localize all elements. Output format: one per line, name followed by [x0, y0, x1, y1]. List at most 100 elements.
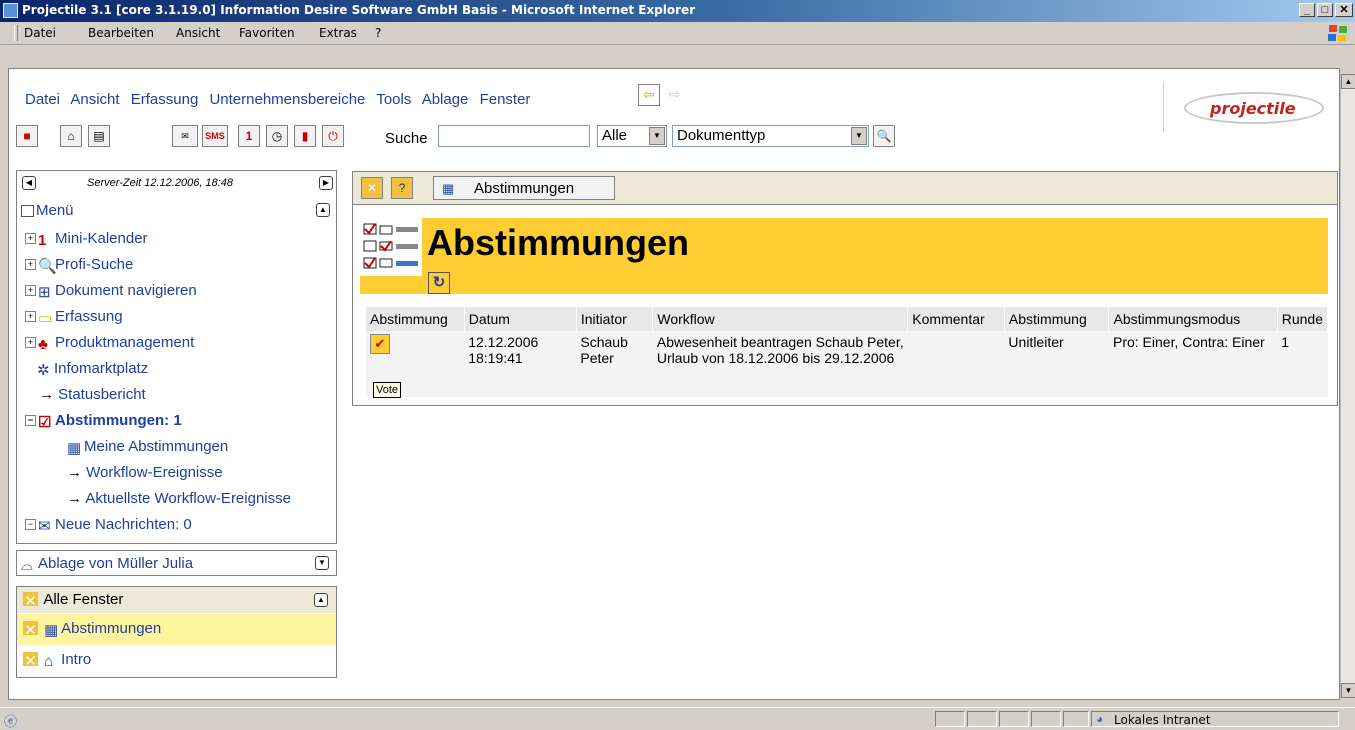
app-menu-ablage[interactable]: Ablage: [422, 91, 469, 108]
close-button[interactable]: ✕: [1335, 3, 1353, 17]
arrow-right-icon: →: [67, 464, 87, 481]
envelope-icon: ✉: [38, 518, 51, 535]
tree-item-erfassung[interactable]: + ▭ Erfassung: [25, 308, 123, 327]
fenster-item-intro[interactable]: ✕ ⌂ Intro: [17, 646, 336, 677]
zone-label: Lokales Intranet: [1114, 713, 1211, 727]
exit-icon[interactable]: ■: [16, 125, 38, 147]
tab-abstimmungen[interactable]: ▦ Abstimmungen: [433, 176, 615, 200]
status-cell: [967, 711, 997, 727]
tree-item-mini-kalender[interactable]: +1 Mini-Kalender: [25, 230, 148, 249]
close-window-icon[interactable]: ✕: [23, 652, 38, 670]
tree-item-produktmanagement[interactable]: + ♣ Produktmanagement: [25, 334, 194, 353]
help-icon[interactable]: ?: [391, 177, 413, 199]
collapse-fenster-icon[interactable]: ▲: [314, 593, 328, 607]
power-icon[interactable]: ⏻: [322, 125, 344, 147]
menu-ansicht[interactable]: Ansicht: [176, 26, 220, 40]
scroll-right-icon[interactable]: ▶: [319, 176, 333, 190]
menu-tree-box: Menü ▲ +1 Mini-Kalender + 🔍Profi-Suche + ⊞ D…: [16, 198, 337, 544]
page-title: Abstimmungen: [427, 222, 690, 263]
search-scope-select[interactable]: Alle ▼: [597, 125, 667, 147]
arrow-right-icon: →: [39, 386, 59, 403]
close-window-icon[interactable]: ✕: [361, 177, 383, 199]
cell-abstimmung: Unitleiter: [1004, 331, 1109, 397]
menu-bearbeiten[interactable]: Bearbeiten: [88, 26, 154, 40]
table-header-row: Abstimmung Datum Initiator Workflow Komm…: [366, 307, 1329, 331]
list-icon: ▦: [44, 622, 59, 639]
stopwatch-icon[interactable]: ▮: [294, 125, 316, 147]
app-menu-fenster[interactable]: Fenster: [480, 91, 531, 108]
collapse-menu-icon[interactable]: ▲: [316, 203, 330, 217]
tooltip: Vote: [373, 382, 402, 398]
list-icon: ▦: [67, 440, 82, 457]
menu-extras[interactable]: Extras: [319, 26, 357, 40]
tree-item-workflow-ereignisse[interactable]: → Workflow-Ereignisse: [67, 464, 223, 481]
app-menu-datei[interactable]: Datei: [25, 91, 60, 108]
tree-item-meine-abstimmungen[interactable]: ▦ Meine Abstimmungen: [67, 438, 228, 457]
forward-arrow-icon[interactable]: ⇨: [663, 84, 686, 106]
col-header-kommentar: Kommentar: [907, 307, 1005, 331]
app-menu-tools[interactable]: Tools: [376, 91, 411, 108]
menu-help[interactable]: ?: [375, 26, 381, 40]
vertical-scrollbar[interactable]: ▲ ▼: [1340, 74, 1355, 698]
hierarchy-icon: ⊞: [38, 284, 51, 301]
search-icon[interactable]: 🔍: [873, 125, 895, 147]
tree-label: Infomarktplatz: [54, 360, 149, 377]
fenster-header: ✕ Alle Fenster ▲: [17, 587, 336, 613]
tree-item-abstimmungen[interactable]: − ☑ Abstimmungen: 1: [25, 412, 182, 431]
menu-datei[interactable]: Datei: [24, 26, 56, 40]
vote-button-icon[interactable]: ✔: [370, 334, 390, 354]
ablage-title: ⌓ Ablage von Müller Julia: [21, 555, 194, 574]
fenster-item-content: ✕ ⌂ Intro: [23, 651, 91, 670]
scroll-left-icon[interactable]: ◀: [22, 176, 36, 190]
close-window-icon[interactable]: ✕: [23, 621, 38, 639]
vote-icon: ☑: [38, 414, 52, 431]
tree-item-infomarktplatz[interactable]: ✲ Infomarktplatz: [37, 360, 149, 379]
tree-item-neue-nachrichten[interactable]: − ✉ Neue Nachrichten: 0: [25, 516, 192, 535]
products-icon: ♣: [38, 336, 48, 353]
expand-ablage-icon[interactable]: ▼: [315, 556, 329, 570]
chevron-down-icon: ▼: [851, 127, 867, 145]
zone-cell: ◕ Lokales Intranet: [1091, 711, 1339, 727]
menu-favoriten[interactable]: Favoriten: [239, 26, 295, 40]
cell-kommentar: [907, 331, 1005, 397]
mail-icon[interactable]: ✉: [172, 125, 198, 147]
status-cell: [1063, 711, 1089, 727]
maximize-button[interactable]: □: [1317, 3, 1333, 17]
print-icon[interactable]: ▤: [88, 125, 110, 147]
back-arrow-icon[interactable]: ⇦: [638, 84, 660, 106]
clock-icon[interactable]: ◷: [266, 125, 288, 147]
tree-item-aktuellste-workflow-ereignisse[interactable]: → Aktuellste Workflow-Ereignisse: [67, 490, 291, 507]
tray-icon: ⌓: [21, 557, 33, 574]
col-header-abstimmung: Abstimmung: [366, 307, 465, 331]
minimize-button[interactable]: _: [1299, 3, 1315, 17]
tree-item-dokument-navigieren[interactable]: + ⊞ Dokument navigieren: [25, 282, 197, 301]
list-icon: ▦: [442, 181, 455, 196]
home-icon[interactable]: ⌂: [60, 125, 82, 147]
refresh-icon[interactable]: ↻: [428, 272, 450, 294]
status-bar: ⓔ ◕ Lokales Intranet: [0, 707, 1355, 730]
scroll-up-button[interactable]: ▲: [1341, 74, 1355, 89]
app-menu-unternehmensbereiche[interactable]: Unternehmensbereiche: [209, 91, 365, 108]
tree-label: Dokument navigieren: [55, 282, 197, 299]
cell-workflow[interactable]: Abwesenheit beantragen Schaub Peter, Url…: [652, 331, 908, 397]
tree-item-statusbericht[interactable]: → Statusbericht: [39, 386, 146, 403]
col-header-initiator: Initiator: [576, 307, 654, 331]
search-label: Suche: [385, 130, 428, 147]
window-title-bar: Projectile 3.1 [core 3.1.19.0] Informati…: [0, 0, 1355, 22]
app-menu-ansicht[interactable]: Ansicht: [70, 91, 119, 108]
tree-item-profi-suche[interactable]: + 🔍Profi-Suche: [25, 256, 133, 275]
search-input[interactable]: [438, 125, 590, 147]
ablage-title-label: Ablage von Müller Julia: [38, 555, 194, 572]
windows-logo-icon: [1328, 25, 1347, 41]
market-icon: ✲: [37, 362, 50, 379]
app-menu-erfassung[interactable]: Erfassung: [131, 91, 199, 108]
scroll-down-button[interactable]: ▼: [1341, 683, 1355, 698]
sms-icon[interactable]: SMS: [202, 125, 228, 147]
ablage-header[interactable]: ⌓ Ablage von Müller Julia ▼: [16, 550, 337, 576]
calendar-icon: 1: [38, 232, 47, 249]
menu-title-label: Menü: [36, 202, 74, 219]
table-row: ✔ 12.12.2006 18:19:41 Schaub Peter Abwes…: [366, 331, 1328, 397]
fenster-item-abstimmungen[interactable]: ✕ ▦ Abstimmungen: [17, 614, 336, 645]
doctype-select[interactable]: Dokumenttyp ▼: [672, 125, 869, 147]
calendar-icon[interactable]: 1: [238, 125, 260, 147]
